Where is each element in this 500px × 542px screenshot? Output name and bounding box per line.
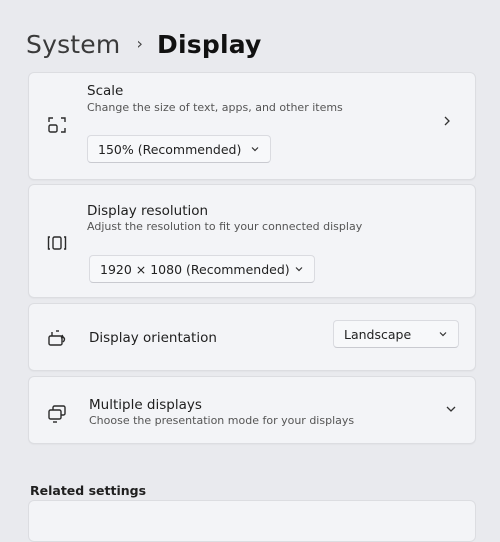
scale-dropdown[interactable]: 150% (Recommended) [87, 135, 271, 163]
expand-chevron-icon[interactable] [443, 401, 459, 417]
resolution-subtitle: Adjust the resolution to fit your connec… [87, 220, 363, 233]
page-title: Display [157, 30, 262, 59]
chevron-down-icon [294, 264, 304, 274]
resolution-dropdown[interactable]: 1920 × 1080 (Recommended) [89, 255, 315, 283]
scale-icon [45, 113, 69, 137]
display-orientation-card[interactable]: Display orientation Landscape [28, 303, 476, 371]
resolution-icon [45, 231, 69, 255]
orientation-dropdown-value: Landscape [344, 326, 412, 342]
breadcrumb-system-link[interactable]: System [26, 30, 120, 59]
orientation-dropdown[interactable]: Landscape [333, 320, 459, 348]
display-resolution-card[interactable]: Display resolution Adjust the resolution… [28, 184, 476, 298]
multiple-displays-subtitle: Choose the presentation mode for your di… [89, 414, 355, 427]
scale-subtitle: Change the size of text, apps, and other… [87, 101, 343, 114]
orientation-icon [45, 326, 69, 350]
multiple-displays-title: Multiple displays [89, 397, 202, 413]
scale-dropdown-value: 150% (Recommended) [98, 141, 242, 157]
orientation-title: Display orientation [89, 330, 217, 346]
multiple-displays-card[interactable]: Multiple displays Choose the presentatio… [28, 376, 476, 444]
chevron-down-icon [250, 144, 260, 154]
related-settings-card[interactable] [28, 500, 476, 542]
related-settings-heading: Related settings [30, 483, 147, 498]
breadcrumb: System › Display [26, 30, 262, 59]
resolution-dropdown-value: 1920 × 1080 (Recommended) [100, 261, 290, 277]
multiple-displays-icon [45, 401, 69, 425]
chevron-right-icon[interactable] [439, 113, 455, 129]
resolution-title: Display resolution [87, 203, 209, 219]
chevron-down-icon [438, 329, 448, 339]
breadcrumb-separator: › [136, 34, 144, 53]
scale-title: Scale [87, 83, 124, 99]
scale-card[interactable]: Scale Change the size of text, apps, and… [28, 72, 476, 180]
